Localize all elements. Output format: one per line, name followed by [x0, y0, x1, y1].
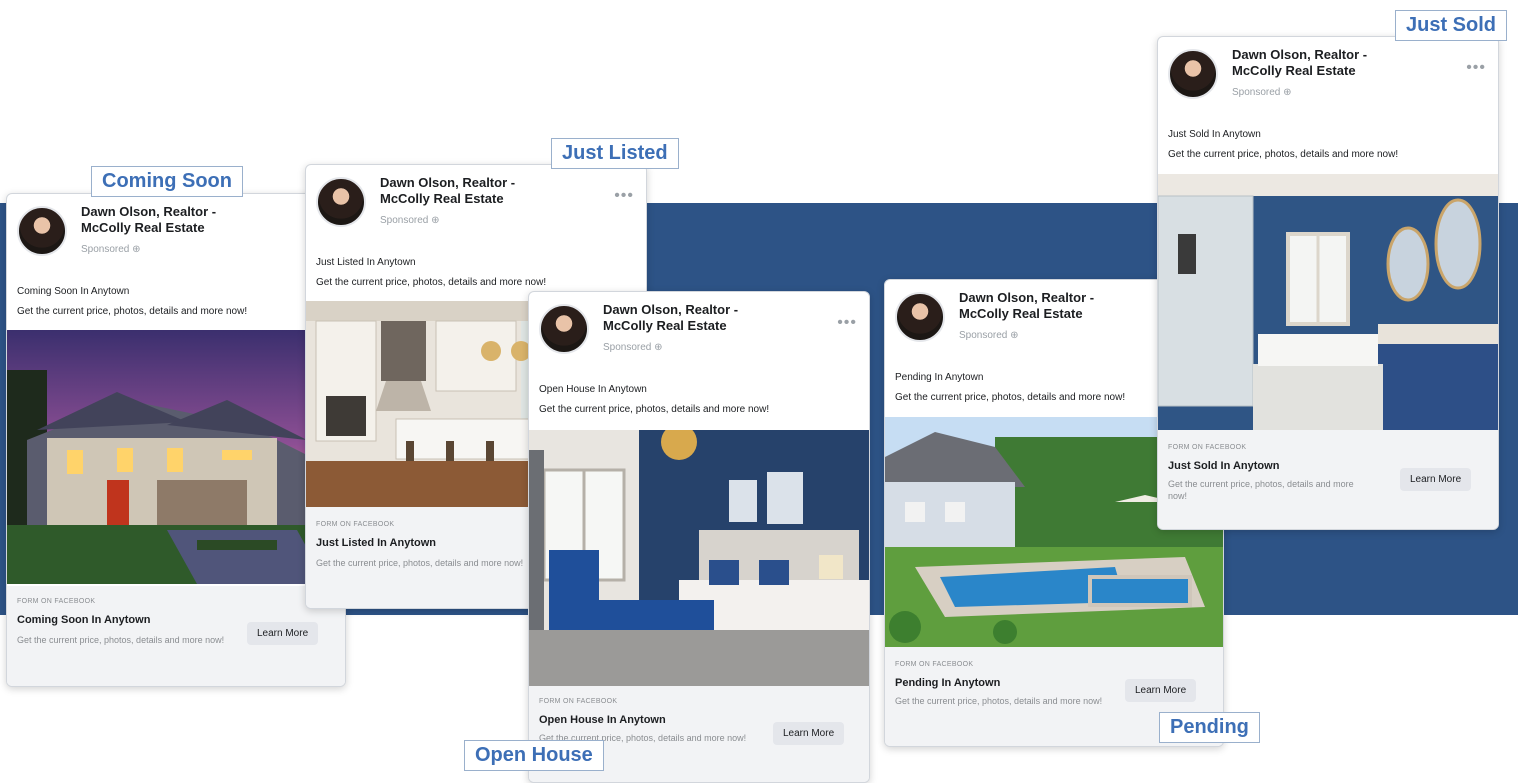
link-footer[interactable]: FORM ON FACEBOOK Coming Soon In Anytown …: [7, 586, 345, 686]
tag-just-listed: Just Listed: [551, 138, 679, 169]
link-footer[interactable]: FORM ON FACEBOOK Just Sold In Anytown Ge…: [1158, 430, 1498, 529]
listing-photo-bathroom[interactable]: [1158, 174, 1498, 430]
link-description: Get the current price, photos, details a…: [316, 558, 524, 568]
ad-card-coming-soon[interactable]: Dawn Olson, Realtor - McColly Real Estat…: [6, 193, 346, 687]
post-text-line1: Just Sold In Anytown: [1168, 129, 1261, 140]
more-options-icon[interactable]: •••: [1466, 59, 1486, 77]
advertiser-name[interactable]: Dawn Olson, Realtor - McColly Real Estat…: [603, 302, 783, 334]
advertiser-avatar[interactable]: [1168, 49, 1218, 99]
sponsored-label: Sponsored ⊕: [380, 215, 440, 226]
listing-photo-house-dusk[interactable]: [7, 330, 345, 584]
advertiser-avatar[interactable]: [539, 304, 589, 354]
link-description: Get the current price, photos, details a…: [1168, 479, 1354, 501]
post-text-line2: Get the current price, photos, details a…: [1168, 149, 1399, 160]
more-options-icon[interactable]: •••: [837, 314, 857, 332]
form-label: FORM ON FACEBOOK: [1168, 444, 1247, 451]
post-text-line2: Get the current price, photos, details a…: [316, 277, 547, 288]
post-text-line2: Get the current price, photos, details a…: [539, 404, 770, 415]
link-title: Open House In Anytown: [539, 714, 666, 726]
post-text-line1: Open House In Anytown: [539, 384, 647, 395]
advertiser-name[interactable]: Dawn Olson, Realtor - McColly Real Estat…: [959, 290, 1139, 322]
advertiser-avatar[interactable]: [17, 206, 67, 256]
sponsored-label: Sponsored ⊕: [81, 244, 141, 255]
globe-icon: ⊕: [431, 215, 440, 226]
advertiser-name[interactable]: Dawn Olson, Realtor - McColly Real Estat…: [81, 204, 261, 236]
link-description: Get the current price, photos, details a…: [895, 696, 1103, 706]
sponsored-label: Sponsored ⊕: [603, 342, 663, 353]
form-label: FORM ON FACEBOOK: [17, 598, 96, 605]
ad-card-open-house[interactable]: Dawn Olson, Realtor - McColly Real Estat…: [528, 291, 870, 783]
listing-photo-bedroom[interactable]: [529, 430, 869, 686]
advertiser-name[interactable]: Dawn Olson, Realtor - McColly Real Estat…: [380, 175, 560, 207]
advertiser-avatar[interactable]: [895, 292, 945, 342]
form-label: FORM ON FACEBOOK: [539, 698, 618, 705]
learn-more-button[interactable]: Learn More: [1400, 468, 1472, 491]
post-text-line1: Coming Soon In Anytown: [17, 286, 130, 297]
learn-more-button[interactable]: Learn More: [1125, 679, 1197, 702]
link-description: Get the current price, photos, details a…: [17, 635, 225, 645]
form-label: FORM ON FACEBOOK: [895, 661, 974, 668]
sponsored-label: Sponsored ⊕: [959, 330, 1019, 341]
learn-more-button[interactable]: Learn More: [247, 622, 319, 645]
advertiser-avatar[interactable]: [316, 177, 366, 227]
more-options-icon[interactable]: •••: [614, 187, 634, 205]
post-text-line1: Pending In Anytown: [895, 372, 984, 383]
form-label: FORM ON FACEBOOK: [316, 521, 395, 528]
learn-more-button[interactable]: Learn More: [773, 722, 845, 745]
globe-icon: ⊕: [1283, 87, 1292, 98]
tag-pending: Pending: [1159, 712, 1260, 743]
link-title: Coming Soon In Anytown: [17, 614, 151, 626]
globe-icon: ⊕: [654, 342, 663, 353]
post-text-line1: Just Listed In Anytown: [316, 257, 416, 268]
tag-just-sold: Just Sold: [1395, 10, 1508, 41]
link-title: Just Sold In Anytown: [1168, 460, 1280, 472]
link-title: Pending In Anytown: [895, 677, 1001, 689]
ad-card-just-sold[interactable]: Dawn Olson, Realtor - McColly Real Estat…: [1157, 36, 1499, 530]
advertiser-name[interactable]: Dawn Olson, Realtor - McColly Real Estat…: [1232, 47, 1412, 79]
post-text-line2: Get the current price, photos, details a…: [17, 306, 248, 317]
link-title: Just Listed In Anytown: [316, 537, 436, 549]
globe-icon: ⊕: [132, 244, 141, 255]
globe-icon: ⊕: [1010, 330, 1019, 341]
post-text-line2: Get the current price, photos, details a…: [895, 392, 1126, 403]
sponsored-label: Sponsored ⊕: [1232, 87, 1292, 98]
tag-coming-soon: Coming Soon: [91, 166, 243, 197]
tag-open-house: Open House: [464, 740, 604, 771]
